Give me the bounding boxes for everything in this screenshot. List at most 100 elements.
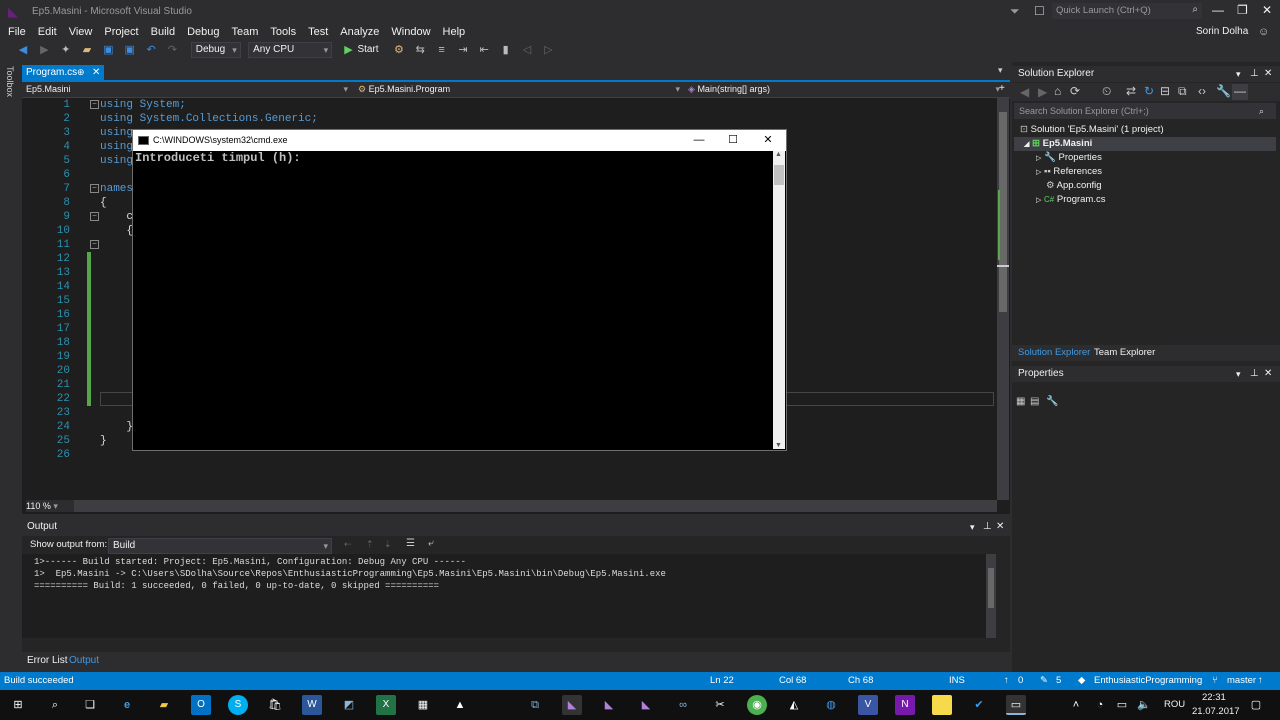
infinity-icon[interactable]: ∞: [673, 695, 693, 715]
volume-icon[interactable]: 🔈: [1134, 695, 1154, 715]
outdent-icon[interactable]: ⇤: [477, 43, 491, 57]
vs-2-icon[interactable]: ◣: [599, 695, 619, 715]
task-view-icon[interactable]: ❏: [80, 695, 100, 715]
next-message-icon[interactable]: ⇣: [384, 539, 392, 550]
maximize-button[interactable]: ❐: [1237, 3, 1248, 17]
collapse-toggle-icon[interactable]: −: [90, 184, 99, 193]
onenote-icon[interactable]: N: [895, 695, 915, 715]
sticky-icon[interactable]: ◩: [339, 695, 359, 715]
tools-icon[interactable]: ✂: [710, 695, 730, 715]
code-line[interactable]: {: [100, 224, 133, 238]
back-icon[interactable]: ◀: [16, 43, 30, 57]
outlook-icon[interactable]: O: [191, 695, 211, 715]
code-line[interactable]: using: [100, 140, 133, 154]
visio-icon[interactable]: V: [858, 695, 878, 715]
collapse-toggle-icon[interactable]: −: [90, 212, 99, 221]
menu-file[interactable]: File: [2, 24, 32, 40]
visual-studio-icon[interactable]: ◣: [562, 695, 582, 715]
search-icon[interactable]: ⌕: [45, 695, 65, 715]
preview-icon[interactable]: —: [1232, 84, 1248, 100]
start-icon[interactable]: ▶: [341, 43, 355, 57]
store-icon[interactable]: 🛍: [265, 695, 285, 715]
network-tool-icon[interactable]: ⧉: [525, 695, 545, 715]
close-icon[interactable]: ✕: [1264, 66, 1272, 82]
start-button[interactable]: Start: [357, 44, 378, 55]
unity-icon[interactable]: ◉: [747, 695, 767, 715]
console-title-bar[interactable]: C:\WINDOWS\system32\cmd.exe — ☐ ✕: [133, 130, 786, 151]
categorized-icon[interactable]: ▦: [1016, 396, 1025, 407]
platform-select[interactable]: Any CPU: [248, 42, 333, 58]
vs-3-icon[interactable]: ◣: [636, 695, 656, 715]
tab-solution-explorer[interactable]: Solution Explorer: [1018, 347, 1090, 358]
prev-bookmark-icon[interactable]: ◁: [520, 43, 534, 57]
dropdown-icon[interactable]: ▾: [970, 518, 975, 536]
user-name[interactable]: Sorin Dolha: [1196, 24, 1248, 40]
save-all-icon[interactable]: ▣: [123, 43, 137, 57]
back-icon[interactable]: ◀: [1020, 85, 1029, 99]
menu-debug[interactable]: Debug: [181, 24, 225, 40]
property-pages-icon[interactable]: 🔧: [1046, 396, 1058, 407]
file-explorer-icon[interactable]: ▰: [154, 695, 174, 715]
output-scrollbar[interactable]: [986, 554, 996, 638]
collapsed-arrow-icon[interactable]: ▷: [1036, 197, 1041, 204]
tree-item-solution[interactable]: ⊡ Solution 'Ep5.Masini' (1 project): [1020, 123, 1164, 137]
code-line[interactable]: using System.Collections.Generic;: [100, 112, 318, 126]
menu-window[interactable]: Window: [385, 24, 436, 40]
status-unpublished[interactable]: 0: [1018, 672, 1023, 690]
tree-item-properties[interactable]: ▷ 🔧 Properties: [1036, 151, 1102, 165]
power-icon[interactable]: ▭: [1112, 695, 1132, 715]
word-wrap-icon[interactable]: ⤶: [428, 538, 434, 549]
console-scrollbar[interactable]: ▲ ▼: [773, 151, 785, 449]
collapse-toggle-icon[interactable]: −: [90, 100, 99, 109]
repo-icon[interactable]: ◆: [1078, 672, 1085, 690]
toolbox-tab[interactable]: Toolbox: [5, 66, 15, 97]
menu-build[interactable]: Build: [145, 24, 181, 40]
undo-icon[interactable]: ↶: [144, 43, 158, 57]
collapsed-arrow-icon[interactable]: ▷: [1036, 169, 1041, 176]
clear-all-icon[interactable]: ☰: [406, 538, 415, 549]
prism-icon[interactable]: ◭: [784, 695, 804, 715]
tab-overflow-icon[interactable]: ▾: [998, 65, 1003, 76]
collapse-toggle-icon[interactable]: −: [90, 240, 99, 249]
code-line[interactable]: }: [100, 434, 107, 448]
feedback-icon[interactable]: ☐: [1034, 4, 1045, 18]
word-icon[interactable]: W: [302, 695, 322, 715]
sync-icon[interactable]: ⟳: [1070, 84, 1080, 98]
status-repository[interactable]: EnthusiasticProgramming: [1094, 672, 1202, 690]
skype-icon[interactable]: S: [228, 695, 248, 715]
menu-project[interactable]: Project: [98, 24, 144, 40]
show-all-files-icon[interactable]: ⧉: [1178, 84, 1187, 99]
collapse-all-icon[interactable]: ⊟: [1160, 84, 1170, 98]
properties-icon[interactable]: 🔧: [1216, 84, 1231, 98]
photos-icon[interactable]: ▲: [450, 695, 470, 715]
console-minimize-button[interactable]: —: [681, 130, 717, 151]
pin-icon[interactable]: ⊥: [1250, 366, 1259, 382]
dropdown-icon[interactable]: ▾: [1236, 366, 1241, 382]
scroll-thumb[interactable]: [988, 568, 994, 608]
status-changes[interactable]: 5: [1056, 672, 1061, 690]
cmd-taskbar-icon[interactable]: ▭: [1006, 695, 1026, 715]
menu-tools[interactable]: Tools: [264, 24, 302, 40]
tree-item-references[interactable]: ▷ ▪▪ References: [1036, 165, 1102, 179]
output-source-select[interactable]: Build: [108, 538, 332, 554]
tree-item-app-config[interactable]: ⚙ App.config: [1046, 179, 1102, 193]
tree-item-project[interactable]: ◢ ⊞ Ep5.Masini: [1014, 137, 1276, 151]
status-branch[interactable]: master: [1227, 672, 1256, 690]
clock-time[interactable]: 22:31: [1202, 692, 1226, 703]
wifi-icon[interactable]: ◔: [1090, 695, 1110, 715]
up-arrow-icon[interactable]: ↑: [1004, 672, 1009, 690]
code-line[interactable]: using System;: [100, 98, 186, 112]
clock-date[interactable]: 21.07.2017: [1192, 706, 1240, 717]
close-icon[interactable]: ✕: [1264, 366, 1272, 382]
bookmark-icon[interactable]: ▮: [499, 43, 513, 57]
indent-icon[interactable]: ⇥: [456, 43, 470, 57]
home-icon[interactable]: ⌂: [1054, 84, 1061, 98]
step-icon[interactable]: ⇆: [413, 43, 427, 57]
branch-icon[interactable]: ⑂: [1212, 672, 1218, 690]
user-avatar-icon[interactable]: ☺: [1258, 24, 1269, 40]
solution-search-input[interactable]: Search Solution Explorer (Ctrl+;) ⌕: [1014, 103, 1276, 119]
expanded-arrow-icon[interactable]: ◢: [1024, 141, 1029, 148]
minimize-button[interactable]: —: [1212, 3, 1224, 17]
menu-analyze[interactable]: Analyze: [334, 24, 385, 40]
check-icon[interactable]: ✔: [969, 695, 989, 715]
